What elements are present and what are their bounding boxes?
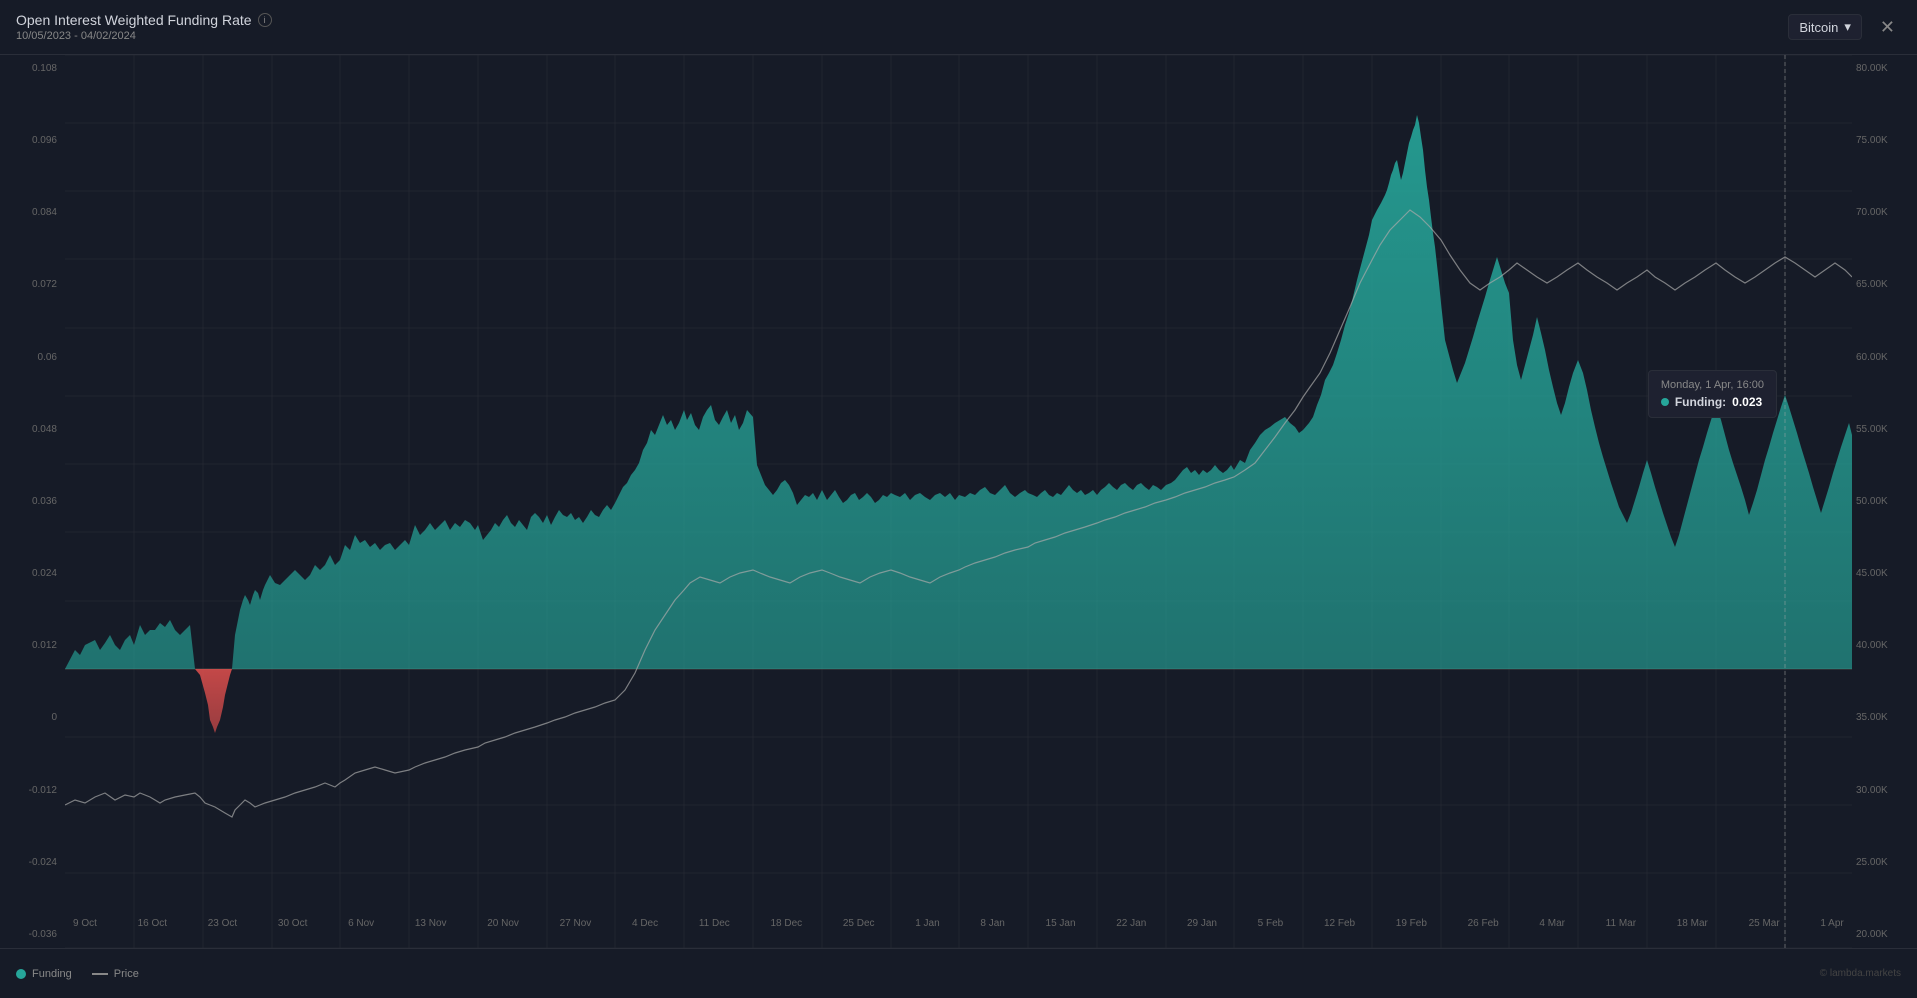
y-left-label-7: 0.024	[8, 568, 57, 579]
chart-area: 0.108 0.096 0.084 0.072 0.06 0.048 0.036…	[0, 55, 1917, 948]
asset-selector[interactable]: Bitcoin ▾	[1788, 14, 1862, 40]
y-right-label-11: 25.00K	[1856, 857, 1909, 868]
x-label-4: 6 Nov	[348, 918, 374, 929]
x-label-0: 9 Oct	[73, 918, 97, 929]
x-label-25: 1 Apr	[1820, 918, 1843, 929]
x-label-7: 27 Nov	[560, 918, 592, 929]
x-label-21: 4 Mar	[1539, 918, 1565, 929]
y-right-label-10: 30.00K	[1856, 785, 1909, 796]
y-right-label-8: 40.00K	[1856, 640, 1909, 651]
info-icon[interactable]: i	[258, 13, 272, 27]
chart-title: Open Interest Weighted Funding Rate i	[16, 12, 272, 28]
x-label-13: 8 Jan	[980, 918, 1004, 929]
legend-funding-label: Funding	[32, 968, 72, 980]
y-left-label-9: 0	[8, 712, 57, 723]
y-left-label-8: 0.012	[8, 640, 57, 651]
x-label-22: 11 Mar	[1606, 918, 1636, 929]
chart-container: Open Interest Weighted Funding Rate i 10…	[0, 0, 1917, 998]
y-right-label-2: 70.00K	[1856, 207, 1909, 218]
y-right-label-12: 20.00K	[1856, 929, 1909, 940]
watermark: © lambda.markets	[1820, 968, 1901, 979]
x-label-24: 25 Mar	[1749, 918, 1780, 929]
y-left-label-11: -0.024	[8, 857, 57, 868]
y-left-label-3: 0.072	[8, 279, 57, 290]
y-left-label-5: 0.048	[8, 424, 57, 435]
chart-title-text: Open Interest Weighted Funding Rate	[16, 12, 252, 28]
x-label-1: 16 Oct	[138, 918, 167, 929]
legend-price-label: Price	[114, 968, 139, 980]
x-label-23: 18 Mar	[1677, 918, 1708, 929]
y-left-label-10: -0.012	[8, 785, 57, 796]
y-right-label-9: 35.00K	[1856, 712, 1909, 723]
legend: Funding Price	[16, 968, 139, 980]
x-label-5: 13 Nov	[415, 918, 447, 929]
y-right-label-1: 75.00K	[1856, 135, 1909, 146]
chevron-down-icon: ▾	[1844, 19, 1851, 35]
y-right-label-4: 60.00K	[1856, 352, 1909, 363]
bottom-bar: Funding Price © lambda.markets	[0, 948, 1917, 998]
top-bar: Open Interest Weighted Funding Rate i 10…	[0, 0, 1917, 55]
x-label-19: 19 Feb	[1396, 918, 1427, 929]
legend-funding: Funding	[16, 968, 72, 980]
legend-funding-dot	[16, 969, 26, 979]
y-left-label-0: 0.108	[8, 63, 57, 74]
x-label-2: 23 Oct	[208, 918, 237, 929]
y-right-label-0: 80.00K	[1856, 63, 1909, 74]
x-label-8: 4 Dec	[632, 918, 658, 929]
legend-price-line	[92, 973, 108, 975]
y-right-label-3: 65.00K	[1856, 279, 1909, 290]
x-label-16: 29 Jan	[1187, 918, 1217, 929]
x-label-18: 12 Feb	[1324, 918, 1355, 929]
y-right-label-6: 50.00K	[1856, 496, 1909, 507]
y-axis-right: 80.00K 75.00K 70.00K 65.00K 60.00K 55.00…	[1852, 55, 1917, 948]
y-right-label-7: 45.00K	[1856, 568, 1909, 579]
y-left-label-4: 0.06	[8, 352, 57, 363]
x-label-11: 25 Dec	[843, 918, 875, 929]
x-label-6: 20 Nov	[487, 918, 519, 929]
asset-label: Bitcoin	[1799, 20, 1838, 35]
close-button[interactable]: ✕	[1874, 15, 1901, 40]
date-range: 10/05/2023 - 04/02/2024	[16, 30, 272, 42]
x-label-3: 30 Oct	[278, 918, 307, 929]
x-axis: 9 Oct 16 Oct 23 Oct 30 Oct 6 Nov 13 Nov …	[65, 898, 1852, 948]
x-label-12: 1 Jan	[915, 918, 939, 929]
x-label-20: 26 Feb	[1468, 918, 1499, 929]
y-left-label-2: 0.084	[8, 207, 57, 218]
legend-price: Price	[92, 968, 139, 980]
x-label-9: 11 Dec	[699, 918, 730, 929]
y-right-label-5: 55.00K	[1856, 424, 1909, 435]
x-label-15: 22 Jan	[1116, 918, 1146, 929]
y-left-label-6: 0.036	[8, 496, 57, 507]
y-left-label-12: -0.036	[8, 929, 57, 940]
y-left-label-1: 0.096	[8, 135, 57, 146]
x-label-10: 18 Dec	[770, 918, 802, 929]
main-chart-svg	[65, 55, 1852, 948]
title-group: Open Interest Weighted Funding Rate i 10…	[16, 12, 272, 42]
x-label-14: 15 Jan	[1046, 918, 1076, 929]
y-axis-left: 0.108 0.096 0.084 0.072 0.06 0.048 0.036…	[0, 55, 65, 948]
x-label-17: 5 Feb	[1258, 918, 1284, 929]
controls: Bitcoin ▾ ✕	[1788, 14, 1901, 40]
